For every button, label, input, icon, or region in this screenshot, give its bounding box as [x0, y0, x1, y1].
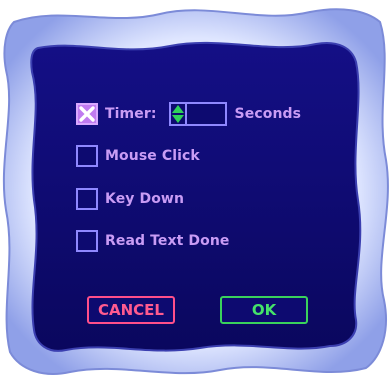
read-text-done-checkbox[interactable] [76, 230, 98, 252]
mouse-click-row: Mouse Click [76, 143, 200, 169]
timer-label: Timer: [105, 106, 157, 122]
timer-row: Timer: Seconds [76, 101, 301, 127]
dialog-frame [0, 0, 390, 378]
key-down-label: Key Down [105, 191, 185, 207]
mouse-click-checkbox[interactable] [76, 145, 98, 167]
read-text-done-row: Read Text Done [76, 228, 230, 254]
key-down-row: Key Down [76, 186, 184, 212]
timer-checkbox[interactable] [76, 103, 98, 125]
check-x-icon [79, 106, 95, 122]
arrow-up-icon[interactable] [171, 105, 184, 113]
mouse-click-label: Mouse Click [105, 148, 200, 164]
timer-seconds-input[interactable] [186, 102, 227, 126]
ok-button[interactable]: OK [220, 296, 308, 324]
frosted-border [2, 8, 389, 375]
cancel-button[interactable]: CANCEL [87, 296, 175, 324]
key-down-checkbox[interactable] [76, 188, 98, 210]
arrow-down-icon[interactable] [171, 115, 184, 123]
read-text-done-label: Read Text Done [105, 233, 230, 249]
timer-stepper[interactable] [168, 102, 187, 126]
seconds-label: Seconds [234, 106, 302, 122]
